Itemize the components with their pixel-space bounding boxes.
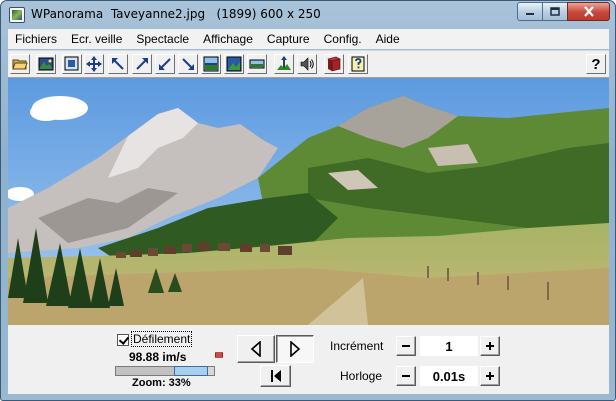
increment-increase-button[interactable] xyxy=(480,336,500,356)
menu-fichiers[interactable]: Fichiers xyxy=(8,29,64,49)
increment-value[interactable]: 1 xyxy=(420,336,478,356)
window-title: WPanorama Taveyanne2.jpg (1899) 600 x 25… xyxy=(31,7,321,21)
image-strip-icon xyxy=(249,59,265,69)
minus-icon xyxy=(402,345,410,347)
landscape-image-button[interactable] xyxy=(36,54,56,74)
clock-value[interactable]: 0.01s xyxy=(420,366,478,386)
speed-indicator-icon xyxy=(215,352,223,358)
fit-window-icon xyxy=(64,56,79,71)
menu-aide[interactable]: Aide xyxy=(369,29,407,49)
open-folder-button[interactable] xyxy=(10,54,30,74)
title-bar[interactable]: WPanorama Taveyanne2.jpg (1899) 600 x 25… xyxy=(1,1,615,29)
alpine-valley-panorama-icon xyxy=(8,78,609,325)
fit-window-button[interactable] xyxy=(62,54,82,74)
open-folder-icon xyxy=(12,59,28,70)
minimize-button[interactable] xyxy=(517,2,543,21)
maximize-button[interactable] xyxy=(542,2,568,21)
zoom-slider[interactable] xyxy=(115,366,215,376)
scroll-up-left-icon xyxy=(112,58,124,70)
landscape-image-icon xyxy=(38,57,54,71)
help-button[interactable]: ? xyxy=(586,54,606,74)
book-button[interactable] xyxy=(324,54,344,74)
triangle-right-icon xyxy=(290,341,301,357)
image-full-icon xyxy=(226,56,242,72)
menu-bar: Fichiers Ecr. veille Spectacle Affichage… xyxy=(8,29,609,49)
app-icon[interactable] xyxy=(9,7,25,23)
scroll-label[interactable]: Défilement xyxy=(130,331,193,347)
menu-spectacle[interactable]: Spectacle xyxy=(129,29,196,49)
triangle-left-icon xyxy=(250,341,261,357)
maximize-icon xyxy=(550,7,560,16)
scroll-down-left-icon xyxy=(159,58,171,70)
zoom-label: Zoom: 33% xyxy=(132,377,191,389)
sound-icon xyxy=(300,57,314,71)
scroll-speed: 98.88 im/s xyxy=(129,350,187,364)
move-arrows-icon xyxy=(86,56,102,72)
menu-affichage[interactable]: Affichage xyxy=(196,29,260,49)
app-window: WPanorama Taveyanne2.jpg (1899) 600 x 25… xyxy=(0,0,616,401)
scroll-checkbox[interactable] xyxy=(117,334,129,346)
increment-decrease-button[interactable] xyxy=(396,336,416,356)
help-file-button[interactable] xyxy=(348,54,368,74)
panorama-view[interactable] xyxy=(8,78,609,325)
close-button[interactable] xyxy=(567,2,610,21)
scroll-down-left-button[interactable] xyxy=(155,54,175,74)
go-to-start-button[interactable] xyxy=(260,365,291,387)
minus-icon xyxy=(402,375,410,377)
clock-label: Horloge xyxy=(340,369,383,383)
image-full-button[interactable] xyxy=(224,54,244,74)
menu-ecr-veille[interactable]: Ecr. veille xyxy=(64,29,129,49)
scroll-left-button[interactable] xyxy=(237,335,275,363)
book-icon xyxy=(327,56,341,72)
menu-config[interactable]: Config. xyxy=(317,29,369,49)
scroll-down-right-icon xyxy=(182,58,194,70)
minimize-icon xyxy=(526,12,534,15)
plus-icon xyxy=(486,342,494,350)
scroll-up-left-button[interactable] xyxy=(108,54,128,74)
menu-capture[interactable]: Capture xyxy=(260,29,317,49)
image-strip-button[interactable] xyxy=(247,54,267,74)
image-bottom-icon xyxy=(203,56,219,72)
control-panel: Défilement 98.88 im/s Zoom: 33% Incrémen… xyxy=(8,325,609,394)
scroll-up-right-button[interactable] xyxy=(132,54,152,74)
close-icon xyxy=(583,6,594,17)
clock-increase-button[interactable] xyxy=(480,366,500,386)
increment-label: Incrément xyxy=(330,339,384,353)
adjust-levels-icon xyxy=(277,56,291,70)
skip-to-start-icon xyxy=(270,370,281,382)
sound-button[interactable] xyxy=(297,54,317,74)
scroll-right-button[interactable] xyxy=(276,335,314,363)
image-bottom-button[interactable] xyxy=(201,54,221,74)
zoom-slider-thumb[interactable] xyxy=(174,366,208,376)
scroll-up-right-icon xyxy=(136,58,148,70)
scroll-down-right-button[interactable] xyxy=(178,54,198,74)
help-file-icon xyxy=(351,56,365,72)
toolbar: ? xyxy=(8,50,609,78)
clock-decrease-button[interactable] xyxy=(396,366,416,386)
move-arrows-button[interactable] xyxy=(84,54,104,74)
adjust-levels-button[interactable] xyxy=(274,54,294,74)
plus-icon xyxy=(486,372,494,380)
zoom-slider-track xyxy=(116,367,174,375)
